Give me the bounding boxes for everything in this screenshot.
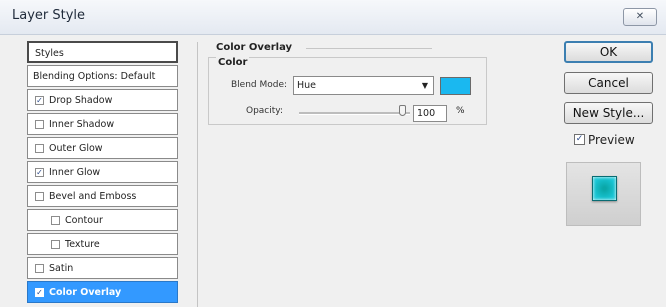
style-item-bevel-emboss[interactable]: Bevel and Emboss: [27, 185, 178, 207]
opacity-label: Opacity:: [246, 106, 283, 116]
title-bar: Layer Style ✕: [0, 0, 666, 35]
opacity-value: 100: [417, 108, 436, 119]
outer-glow-checkbox[interactable]: [35, 144, 44, 153]
style-item-label: Bevel and Emboss: [49, 191, 137, 202]
opacity-input[interactable]: 100: [413, 105, 447, 122]
style-item-label: Inner Shadow: [49, 119, 115, 130]
blend-mode-value: Hue: [297, 80, 317, 91]
style-item-drop-shadow[interactable]: ✓ Drop Shadow: [27, 89, 178, 111]
contour-checkbox[interactable]: [51, 216, 60, 225]
satin-checkbox[interactable]: [35, 264, 44, 273]
cancel-button[interactable]: Cancel: [564, 72, 653, 94]
texture-checkbox[interactable]: [51, 240, 60, 249]
inner-shadow-checkbox[interactable]: [35, 120, 44, 129]
styles-header-label: Styles: [35, 48, 64, 59]
style-item-label: Inner Glow: [49, 167, 101, 178]
style-item-texture[interactable]: Texture: [27, 233, 178, 255]
opacity-slider[interactable]: [299, 112, 410, 115]
group-divider: [306, 48, 432, 49]
style-item-label: Satin: [49, 263, 74, 274]
style-item-label: Blending Options: Default: [33, 71, 156, 82]
chevron-down-icon: ▼: [421, 81, 428, 90]
style-item-label: Texture: [65, 239, 100, 250]
check-icon: ✓: [36, 96, 43, 105]
style-item-satin[interactable]: Satin: [27, 257, 178, 279]
style-item-label: Contour: [65, 215, 103, 226]
bevel-emboss-checkbox[interactable]: [35, 192, 44, 201]
style-item-inner-glow[interactable]: ✓ Inner Glow: [27, 161, 178, 183]
blend-mode-label: Blend Mode:: [231, 80, 288, 90]
check-icon: ✓: [575, 134, 584, 144]
opacity-unit: %: [456, 106, 465, 116]
panel-title: Color Overlay: [216, 42, 293, 53]
window-title: Layer Style: [12, 8, 86, 23]
style-item-label: Outer Glow: [49, 143, 103, 154]
style-item-label: Drop Shadow: [49, 95, 113, 106]
styles-list: Styles Blending Options: Default ✓ Drop …: [27, 41, 180, 307]
new-style-button[interactable]: New Style...: [564, 102, 653, 124]
inner-glow-checkbox[interactable]: ✓: [35, 168, 44, 177]
style-item-blending-options[interactable]: Blending Options: Default: [27, 65, 178, 87]
color-group-title: Color: [216, 57, 250, 68]
blend-mode-select[interactable]: Hue ▼: [293, 76, 434, 95]
color-overlay-checkbox[interactable]: ✓: [35, 288, 44, 297]
style-item-inner-shadow[interactable]: Inner Shadow: [27, 113, 178, 135]
check-icon: ✓: [36, 168, 43, 177]
preview-swatch: [592, 176, 617, 201]
preview-checkbox[interactable]: ✓: [574, 134, 585, 145]
style-item-label: Color Overlay: [49, 287, 122, 298]
drop-shadow-checkbox[interactable]: ✓: [35, 96, 44, 105]
style-item-color-overlay[interactable]: ✓ Color Overlay: [27, 281, 178, 303]
close-button[interactable]: ✕: [623, 8, 657, 26]
close-icon: ✕: [635, 11, 645, 22]
style-item-outer-glow[interactable]: Outer Glow: [27, 137, 178, 159]
ok-button[interactable]: OK: [564, 41, 653, 63]
opacity-slider-handle[interactable]: [399, 105, 406, 116]
overlay-color-swatch[interactable]: [440, 77, 471, 95]
dialog-body: Styles Blending Options: Default ✓ Drop …: [0, 35, 666, 307]
preview-thumbnail: [566, 162, 641, 226]
preview-label: Preview: [588, 133, 635, 147]
style-item-contour[interactable]: Contour: [27, 209, 178, 231]
styles-header[interactable]: Styles: [27, 41, 178, 63]
check-icon: ✓: [36, 288, 43, 297]
color-overlay-panel: Color Overlay Color Blend Mode: Hue ▼ Op…: [197, 42, 540, 307]
